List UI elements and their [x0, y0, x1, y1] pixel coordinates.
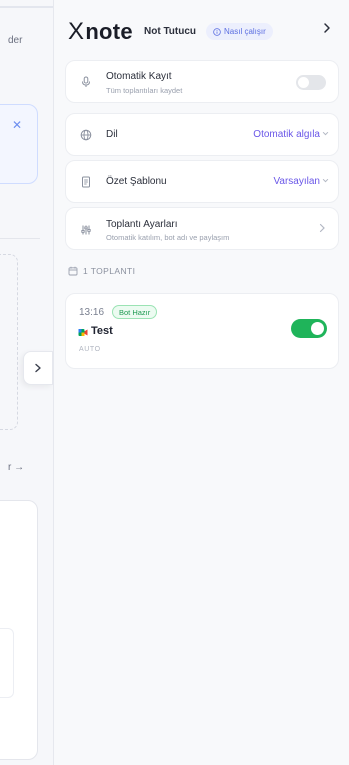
meeting-name: Test — [91, 325, 113, 337]
how-it-works-button[interactable]: Nasıl çalışır — [206, 23, 273, 40]
google-meet-icon — [78, 329, 88, 336]
language-label: Dil — [106, 129, 118, 140]
background-topbar — [0, 0, 60, 8]
chevron-down-icon — [322, 131, 329, 136]
auto-record-toggle[interactable] — [296, 75, 326, 90]
language-card[interactable]: Dil Otomatik algıla — [65, 113, 339, 156]
logo-mark: X — [68, 18, 85, 45]
close-icon[interactable]: ✕ — [12, 118, 22, 132]
meeting-bot-toggle[interactable] — [291, 319, 327, 338]
chevron-right-icon — [35, 363, 41, 373]
toggle-knob — [311, 322, 324, 335]
panel-title: Not Tutucu — [144, 26, 197, 37]
chevron-right-icon[interactable] — [322, 22, 332, 34]
meeting-settings-card[interactable]: Toplantı Ayarları Otomatik katılım, bot … — [65, 207, 339, 250]
xnote-logo: X note — [68, 18, 133, 46]
language-value[interactable]: Otomatik algıla — [253, 129, 320, 140]
meetings-section-header: 1 TOPLANTI — [68, 266, 135, 276]
background-text-bottom[interactable]: r → — [8, 462, 24, 473]
meetings-count-label: 1 TOPLANTI — [83, 266, 136, 276]
info-circle-icon — [213, 27, 221, 36]
background-inner-box — [0, 628, 14, 698]
meeting-time: 13:16 — [79, 307, 105, 318]
chevron-down-icon — [322, 178, 329, 183]
auto-record-description: Tüm toplantıları kaydet — [106, 86, 183, 95]
calendar-icon — [68, 266, 78, 276]
app-root: der ✕ r → X note Not Tutucu Nasıl çalışı… — [0, 0, 349, 765]
how-it-works-label: Nasıl çalışır — [224, 27, 266, 36]
auto-record-label: Otomatik Kayıt — [106, 71, 172, 82]
meeting-card[interactable]: 13:16 Bot Hazır Test AUTO — [65, 293, 339, 369]
summary-template-label: Özet Şablonu — [106, 176, 167, 187]
toggle-knob — [298, 77, 309, 88]
meeting-mode: AUTO — [79, 346, 101, 353]
meeting-settings-description: Otomatik katılım, bot adı ve paylaşım — [106, 233, 230, 242]
background-card — [0, 104, 38, 184]
chevron-right-icon — [319, 223, 325, 233]
document-icon — [82, 176, 90, 188]
summary-template-card[interactable]: Özet Şablonu Varsayılan — [65, 160, 339, 203]
background-dropzone — [0, 254, 18, 430]
meeting-settings-label: Toplantı Ayarları — [106, 219, 178, 230]
bot-status-badge: Bot Hazır — [112, 305, 158, 319]
globe-icon — [80, 129, 92, 141]
collapse-panel-button[interactable] — [23, 351, 53, 385]
settings-sliders-icon — [81, 225, 91, 235]
auto-record-card[interactable]: Otomatik Kayıt Tüm toplantıları kaydet — [65, 60, 339, 103]
summary-template-value[interactable]: Varsayılan — [273, 176, 320, 187]
panel-header: X note Not Tutucu Nasıl çalışır — [54, 0, 349, 56]
background-divider — [0, 238, 40, 239]
microphone-icon — [82, 76, 90, 87]
background-text-top: der — [8, 35, 23, 46]
logo-text: note — [85, 19, 133, 44]
note-taker-panel: X note Not Tutucu Nasıl çalışır Otomatik… — [53, 0, 349, 765]
